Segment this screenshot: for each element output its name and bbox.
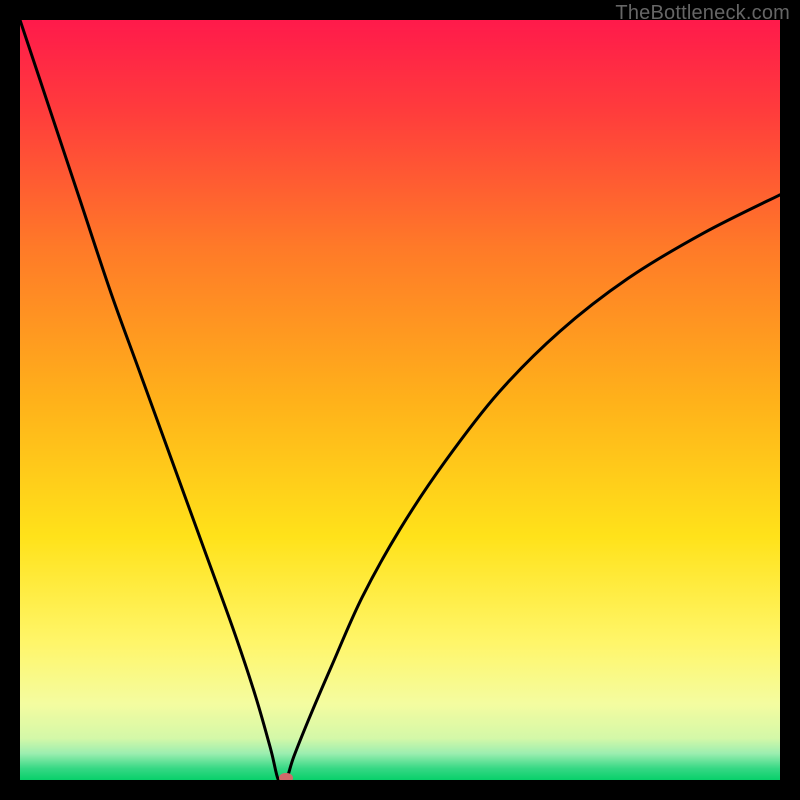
- bottleneck-curve: [20, 20, 780, 780]
- optimum-marker: [279, 773, 293, 780]
- chart-frame: [20, 20, 780, 780]
